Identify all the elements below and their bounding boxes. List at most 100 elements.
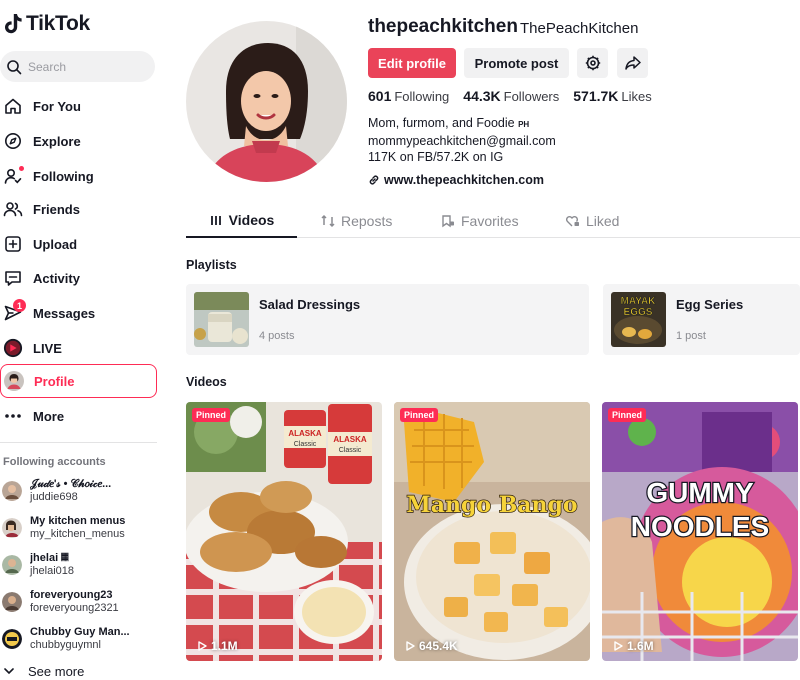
play-icon [406,641,415,651]
nav-messages[interactable]: 1 Messages [0,296,157,330]
playlists-title: Playlists [186,258,237,272]
stat-followers[interactable]: 44.3K Followers [463,88,559,104]
following-count: 601 [368,88,392,104]
nav-live-label: LIVE [33,340,62,356]
bio-line-2: mommypeachkitchen@gmail.com [368,134,556,148]
account-name: Chubby Guy Man... [30,626,130,638]
nav-following[interactable]: Following [0,159,157,193]
following-account-item[interactable]: My kitchen menus my_kitchen_menus [2,511,162,545]
search-input[interactable]: Search [0,51,155,82]
avatar [2,555,22,575]
home-icon [3,96,23,116]
playlist-count: 1 post [676,330,706,342]
repost-icon [321,214,335,228]
sidebar-divider [0,442,157,443]
nav-friends[interactable]: Friends [0,192,157,226]
playlist-count: 4 posts [259,330,295,342]
stat-following[interactable]: 601 Following [368,88,449,104]
play-icon [198,641,207,651]
tab-reposts-label: Reposts [341,213,393,229]
view-count-value: 645.4K [419,639,458,653]
followers-count: 44.3K [463,88,501,104]
bio-line-3: 117K on FB/57.2K on IG [368,150,504,164]
messages-icon: 1 [3,299,26,323]
video-card[interactable]: GUMMY NOODLES Pinned 1.6M [602,402,798,661]
likes-count: 571.7K [573,88,619,104]
likes-label: Likes [621,89,652,104]
egg-thumb-line1: MAYAK [621,296,657,307]
share-arrow-icon [624,56,641,70]
sidebar: TikTok Search For You Explore Following … [0,0,170,680]
nav-friends-label: Friends [33,201,80,217]
playlist-thumbnail: MAYAK EGGS [611,292,666,347]
playlist-card[interactable]: Salad Dressings 4 posts [186,284,589,355]
video-card[interactable]: Mango Bango Pinned 645.4K [394,402,590,661]
live-icon [3,338,23,358]
account-username: juddie698 [30,491,78,503]
video-overlay-line2: NOODLES [631,511,769,542]
following-account-item[interactable]: 𝒥𝓊𝒹𝑒'𝓈 • 𝒞𝒽𝑜𝒾𝒸𝑒... juddie698 [2,474,162,508]
profile-bio: Mom, furmom, and Foodie PH mommypeachkit… [368,115,556,165]
tab-videos[interactable]: Videos [186,204,297,238]
heart-lock-icon [566,215,579,227]
playlist-name: Salad Dressings [259,297,361,312]
view-count-value: 1.6M [627,639,654,653]
chevron-down-icon [4,668,14,675]
edit-profile-button[interactable]: Edit profile [368,48,456,78]
nav-live[interactable]: LIVE [0,331,157,365]
tab-videos-label: Videos [228,212,275,228]
videos-grid-icon [210,216,221,225]
tiktok-logo[interactable]: TikTok [4,12,90,36]
view-count: 645.4K [406,639,458,653]
account-name: 𝒥𝓊𝒹𝑒'𝓈 • 𝒞𝒽𝑜𝒾𝒸𝑒... [30,478,112,490]
link-icon [369,175,379,185]
nav-for-you-label: For You [33,98,81,114]
gear-icon [585,55,600,71]
tab-liked[interactable]: Liked [566,204,619,238]
videos-title: Videos [186,375,227,389]
following-account-item[interactable]: Chubby Guy Man... chubbyguymnl [2,622,162,656]
share-button[interactable] [617,48,648,78]
view-count-value: 1.1M [211,639,238,653]
following-account-item[interactable]: foreveryoung23 foreveryoung2321 [2,585,162,619]
following-label: Following [394,89,450,104]
avatar [2,629,22,649]
nav-profile-label: Profile [34,373,75,389]
settings-button[interactable] [577,48,608,78]
profile-avatar-icon [4,371,24,391]
tab-reposts[interactable]: Reposts [321,204,392,238]
view-count: 1.1M [198,639,238,653]
promote-post-button[interactable]: Promote post [464,48,569,78]
see-more-button[interactable]: See more [4,664,84,679]
profile-link-text: www.thepeachkitchen.com [384,173,544,187]
following-account-item[interactable]: jhelai 𝄜 jhelai018 [2,548,162,582]
bookmark-lock-icon [442,215,454,228]
video-thumbnail: Mango Bango [394,402,590,661]
play-icon [614,641,623,651]
video-overlay-title: Mango Bango [406,492,577,518]
tiktok-note-icon [5,14,22,34]
nav-activity[interactable]: Activity [0,261,157,295]
friends-icon [3,199,23,219]
nav-for-you[interactable]: For You [0,89,157,123]
tab-favorites-label: Favorites [461,213,519,229]
profile-link[interactable]: www.thepeachkitchen.com [368,173,544,187]
view-count: 1.6M [614,639,654,653]
video-card[interactable]: ALASKA Classic ALASKA Classic Pinned 1.1… [186,402,382,661]
avatar [2,592,22,612]
account-username: chubbyguymnl [30,639,101,651]
pinned-badge: Pinned [192,408,231,422]
nav-upload[interactable]: Upload [0,227,157,261]
tab-favorites[interactable]: Favorites [441,204,519,238]
account-username: foreveryoung2321 [30,602,119,614]
video-thumbnail: GUMMY NOODLES [602,402,798,661]
playlist-card[interactable]: MAYAK EGGS Egg Series 1 post [603,284,800,355]
account-username: my_kitchen_menus [30,528,125,540]
nav-explore-label: Explore [33,133,81,149]
nav-following-label: Following [33,168,94,184]
compass-icon [3,131,23,151]
nav-profile[interactable]: Profile [0,364,157,398]
nav-more[interactable]: More [0,399,157,433]
nav-explore[interactable]: Explore [0,124,157,158]
account-username: jhelai018 [30,565,75,577]
